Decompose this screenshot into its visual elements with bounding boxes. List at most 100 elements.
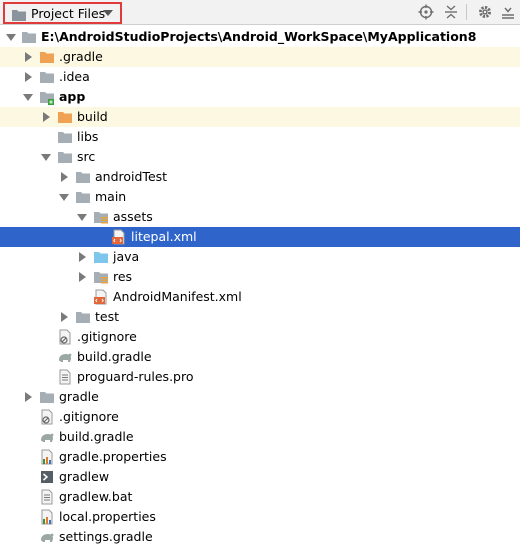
tree-item-label: local.properties [59, 509, 156, 524]
tree-row-app-build-gradle[interactable]: build.gradle [0, 347, 520, 367]
tree-item-label: gradlew.bat [59, 489, 133, 504]
tree-row-gradlew-bat[interactable]: gradlew.bat [0, 487, 520, 507]
tree-row-root-build-gradle[interactable]: build.gradle [0, 427, 520, 447]
tree-item-label: E:\AndroidStudioProjects\Android_WorkSpa… [41, 29, 477, 44]
hide-panel-icon[interactable] [500, 4, 516, 20]
xml-file-icon [111, 229, 127, 245]
tree-row-gradle-dir[interactable]: gradle [0, 387, 520, 407]
locate-target-icon[interactable] [418, 4, 434, 20]
tree-item-label: app [59, 89, 86, 104]
text-file-icon [57, 369, 73, 385]
tree-row-java[interactable]: java [0, 247, 520, 267]
tree-row-root[interactable]: E:\AndroidStudioProjects\Android_WorkSpa… [0, 27, 520, 47]
tree-row-test[interactable]: test [0, 307, 520, 327]
chevron-down-icon[interactable] [22, 91, 34, 103]
chevron-down-icon[interactable] [58, 191, 70, 203]
resource-folder-icon [93, 209, 109, 225]
resource-folder-icon [93, 269, 109, 285]
tree-item-label: gradle.properties [59, 449, 167, 464]
tree-row-src[interactable]: src [0, 147, 520, 167]
tree-item-label: build.gradle [77, 349, 152, 364]
module-folder-icon [39, 89, 55, 105]
tree-row-gradle-properties[interactable]: gradle.properties [0, 447, 520, 467]
properties-file-icon [39, 509, 55, 525]
tree-item-label: proguard-rules.pro [77, 369, 194, 384]
tree-row-app-gitignore[interactable]: .gitignore [0, 327, 520, 347]
tree-item-label: .gitignore [59, 409, 119, 424]
folder-icon [57, 149, 73, 165]
tree-row-gradlew[interactable]: gradlew [0, 467, 520, 487]
tree-item-label: gradle [59, 389, 99, 404]
folder-icon [21, 29, 37, 45]
properties-file-icon [39, 449, 55, 465]
tree-item-label: test [95, 309, 120, 324]
tree-row-build[interactable]: build [0, 107, 520, 127]
gradle-file-icon [57, 349, 73, 365]
tree-item-label: build [77, 109, 108, 124]
tree-item-label: src [77, 149, 96, 164]
tree-row-res[interactable]: res [0, 267, 520, 287]
chevron-right-icon[interactable] [22, 51, 34, 63]
folder-icon [57, 129, 73, 145]
tree-row-main[interactable]: main [0, 187, 520, 207]
tree-item-label: litepal.xml [131, 229, 197, 244]
chevron-right-icon[interactable] [58, 311, 70, 323]
project-toolbar: Project Files [0, 0, 520, 25]
tree-row-root-gitignore[interactable]: .gitignore [0, 407, 520, 427]
project-view-selector[interactable]: Project Files [3, 2, 122, 24]
folder-icon [39, 69, 55, 85]
tree-item-label: assets [113, 209, 153, 224]
tree-row-gradle-hidden[interactable]: .gradle [0, 47, 520, 67]
chevron-down-icon[interactable] [40, 151, 52, 163]
collapse-all-icon[interactable] [443, 4, 459, 20]
tree-item-label: .gradle [59, 49, 103, 64]
tree-row-libs[interactable]: libs [0, 127, 520, 147]
tree-item-label: java [113, 249, 140, 264]
excluded-folder-icon [39, 49, 55, 65]
tree-item-label: gradlew [59, 469, 110, 484]
gear-icon[interactable] [477, 4, 493, 20]
tree-row-assets[interactable]: assets [0, 207, 520, 227]
chevron-right-icon[interactable] [40, 111, 52, 123]
folder-icon [39, 389, 55, 405]
tree-row-manifest[interactable]: AndroidManifest.xml [0, 287, 520, 307]
folder-icon [12, 10, 26, 21]
chevron-right-icon[interactable] [58, 171, 70, 183]
chevron-right-icon[interactable] [22, 391, 34, 403]
tree-row-settings-gradle[interactable]: settings.gradle [0, 527, 520, 547]
tree-item-label: .idea [59, 69, 90, 84]
folder-icon [75, 189, 91, 205]
tree-item-label: .gitignore [77, 329, 137, 344]
tree-row-idea[interactable]: .idea [0, 67, 520, 87]
gradle-file-icon [39, 529, 55, 545]
tree-row-local-properties[interactable]: local.properties [0, 507, 520, 527]
shell-script-icon [39, 469, 55, 485]
gradle-file-icon [39, 429, 55, 445]
tree-item-label: res [113, 269, 133, 284]
tree-item-label: libs [77, 129, 99, 144]
tree-row-litepal-xml[interactable]: litepal.xml [0, 227, 520, 247]
source-folder-icon [93, 249, 109, 265]
dropdown-caret-icon [103, 10, 113, 16]
folder-icon [75, 169, 91, 185]
chevron-right-icon[interactable] [22, 71, 34, 83]
chevron-right-icon[interactable] [76, 251, 88, 263]
tree-item-label: androidTest [95, 169, 168, 184]
chevron-down-icon[interactable] [76, 211, 88, 223]
project-view-label: Project Files [31, 6, 106, 21]
text-file-icon [39, 489, 55, 505]
xml-file-icon [93, 289, 109, 305]
tree-item-label: build.gradle [59, 429, 134, 444]
gitignore-file-icon [39, 409, 55, 425]
tree-item-label: main [95, 189, 127, 204]
tree-row-androidtest[interactable]: androidTest [0, 167, 520, 187]
excluded-folder-icon [57, 109, 73, 125]
folder-icon [75, 309, 91, 325]
toolbar-separator [466, 4, 467, 20]
gitignore-file-icon [57, 329, 73, 345]
chevron-down-icon[interactable] [5, 31, 17, 43]
tree-row-app[interactable]: app [0, 87, 520, 107]
tree-item-label: AndroidManifest.xml [113, 289, 242, 304]
chevron-right-icon[interactable] [76, 271, 88, 283]
tree-row-proguard[interactable]: proguard-rules.pro [0, 367, 520, 387]
